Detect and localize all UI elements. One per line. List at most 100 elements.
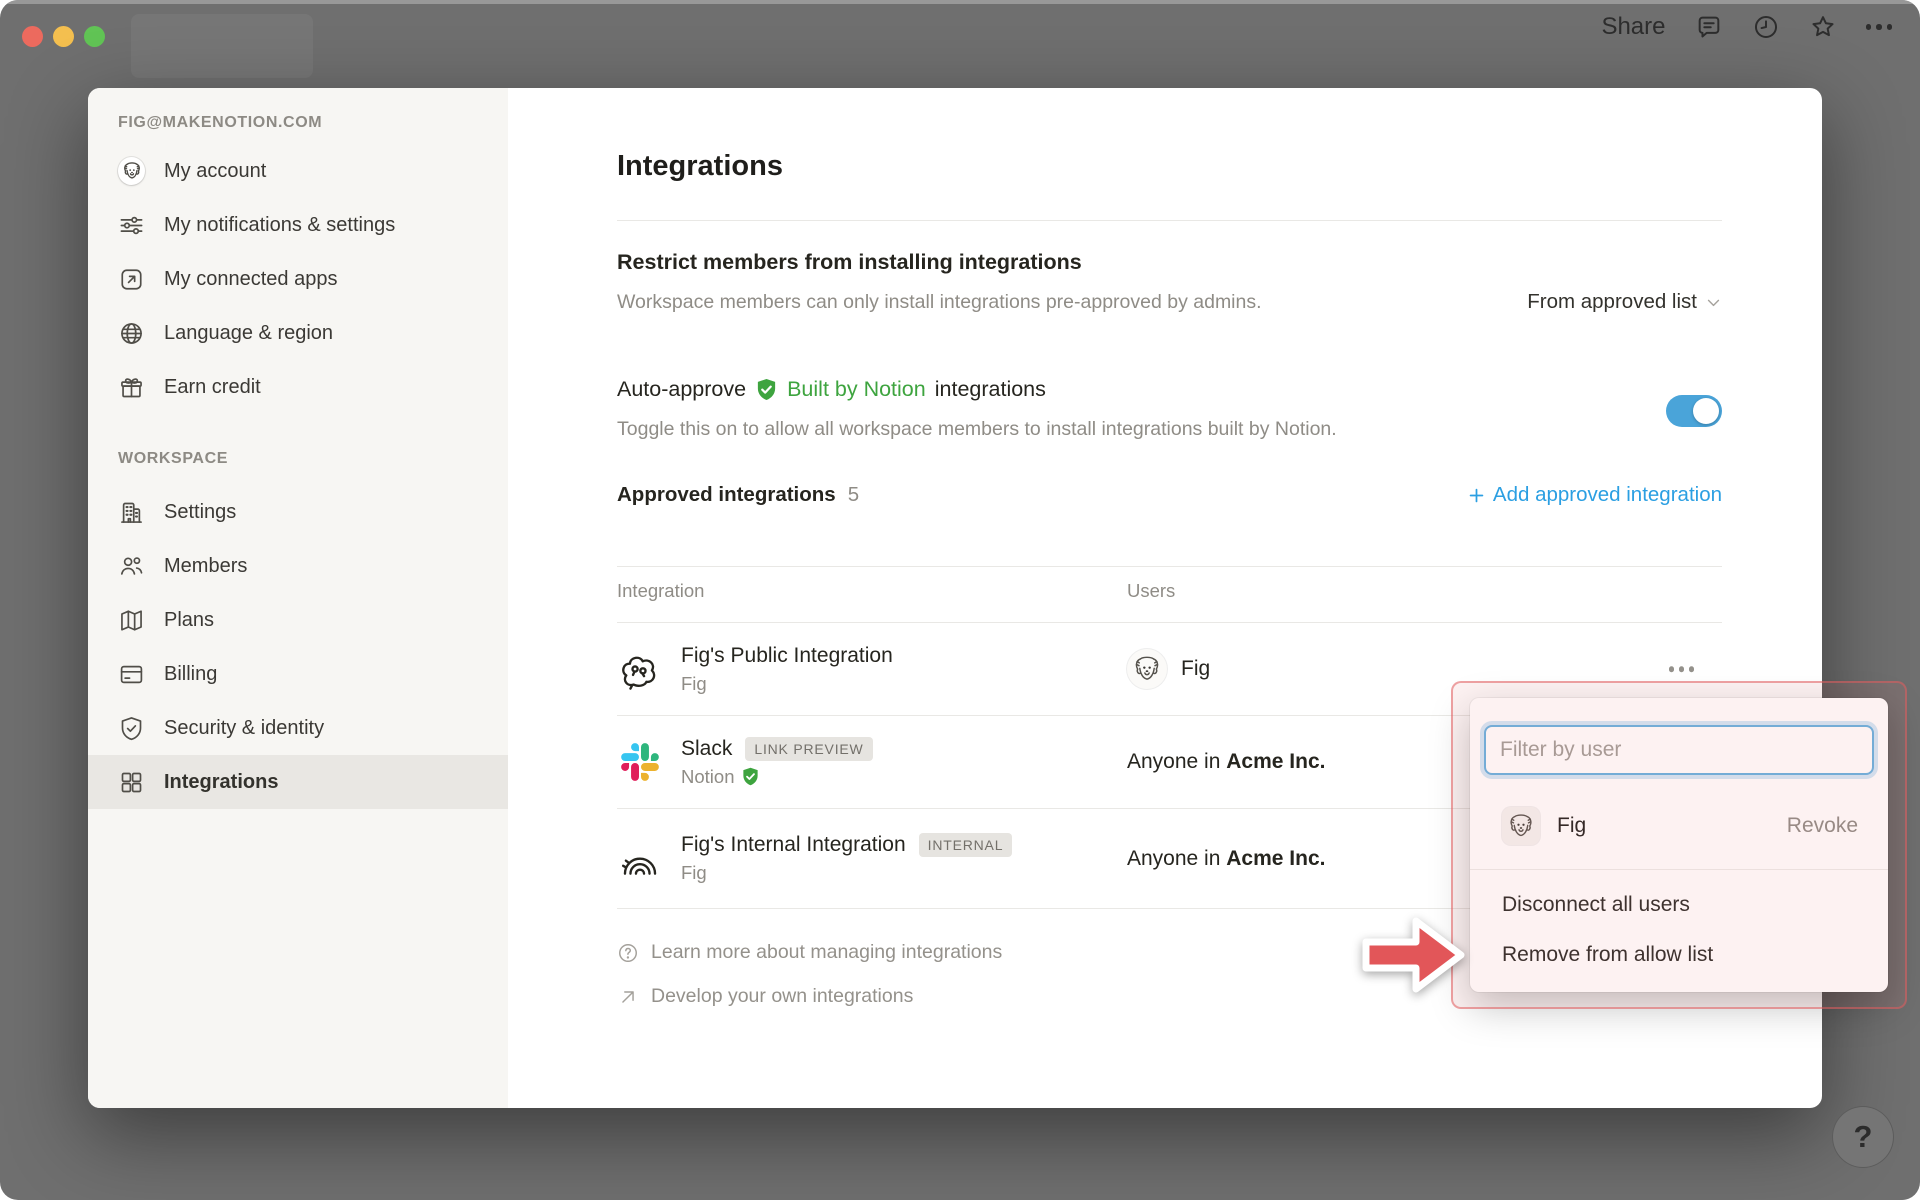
share-button[interactable]: Share <box>1601 13 1665 41</box>
toggle-knob <box>1693 398 1719 424</box>
revoke-button[interactable]: Revoke <box>1787 814 1858 838</box>
window-top-edge <box>0 0 1920 4</box>
restrict-mode-dropdown[interactable]: From approved list <box>1527 290 1722 314</box>
page-title: Integrations <box>617 150 783 182</box>
integration-owner: Fig <box>681 862 707 883</box>
sidebar-item-security-identity[interactable]: Security & identity <box>88 701 508 755</box>
sidebar-item-label: Billing <box>164 662 218 685</box>
question-circle-icon <box>619 943 637 962</box>
members-icon <box>118 553 145 580</box>
zoom-button[interactable] <box>84 26 105 47</box>
macos-window: Share FIG@MAKENOTION.COM My account My n… <box>0 0 1920 1200</box>
internal-badge: INTERNAL <box>918 833 1013 857</box>
workspace-section-heading: WORKSPACE <box>118 450 228 467</box>
dimmed-tab <box>131 14 313 78</box>
account-email-heading: FIG@MAKENOTION.COM <box>118 114 323 131</box>
minimize-button[interactable] <box>53 26 74 47</box>
avatar-icon <box>118 157 145 185</box>
dropdown-value: From approved list <box>1527 290 1697 313</box>
gift-icon <box>118 374 145 401</box>
sidebar-item-notifications-settings[interactable]: My notifications & settings <box>88 198 508 252</box>
sidebar-item-label: Integrations <box>164 770 279 793</box>
slack-icon <box>617 739 663 785</box>
sidebar-item-label: My account <box>164 159 267 182</box>
arrow-up-right-box-icon <box>118 266 145 293</box>
integration-users-popup: Fig Revoke Disconnect all users Remove f… <box>1470 698 1888 992</box>
user-name: Fig <box>1181 657 1211 680</box>
sidebar-item-settings[interactable]: Settings <box>88 485 508 539</box>
develop-integrations-link[interactable]: Develop your own integrations <box>617 985 913 1008</box>
help-button[interactable]: ? <box>1832 1106 1894 1168</box>
row-more-button[interactable] <box>1663 660 1701 678</box>
users-cell: Fig <box>1127 649 1210 689</box>
column-integration: Integration <box>617 580 705 601</box>
learn-more-link[interactable]: Learn more about managing integrations <box>617 941 1002 964</box>
auto-approve-setting-title: Auto-approve Built by Notion integration… <box>617 377 1046 402</box>
plus-icon <box>1469 488 1484 502</box>
users-prefix: Anyone in <box>1127 750 1221 773</box>
sidebar-item-label: Language & region <box>164 321 334 344</box>
approved-integrations-count: 5 <box>847 483 860 506</box>
restrict-setting-title: Restrict members from installing integra… <box>617 250 1082 274</box>
integration-name: Fig's Internal Integration <box>681 833 906 856</box>
sidebar-item-label: Plans <box>164 608 215 631</box>
sidebar-item-plans[interactable]: Plans <box>88 593 508 647</box>
divider <box>617 220 1722 221</box>
settings-sidebar: FIG@MAKENOTION.COM My account My notific… <box>88 88 508 1108</box>
users-cell: Anyone in Acme Inc. <box>1127 847 1325 871</box>
screenshot-root: Share FIG@MAKENOTION.COM My account My n… <box>0 0 1920 1200</box>
sidebar-item-label: Earn credit <box>164 375 261 398</box>
sidebar-workspace-group: Settings Members Plans Billing Security … <box>88 485 508 809</box>
sidebar-item-label: My notifications & settings <box>164 213 396 236</box>
develop-integrations-label: Develop your own integrations <box>651 985 914 1007</box>
integration-owner: Fig <box>681 672 707 694</box>
popup-divider <box>1470 869 1888 870</box>
grid-icon <box>118 769 145 796</box>
restrict-setting-description: Workspace members can only install integ… <box>617 291 1262 313</box>
fig-avatar <box>1127 649 1167 689</box>
credit-card-icon <box>118 661 145 688</box>
remove-from-allow-list-menu-item[interactable]: Remove from allow list <box>1484 932 1874 977</box>
auto-approve-description: Toggle this on to allow all workspace me… <box>617 418 1337 440</box>
users-cell: Anyone in Acme Inc. <box>1127 750 1325 774</box>
auto-approve-toggle[interactable] <box>1666 395 1722 427</box>
sidebar-item-label: Security & identity <box>164 716 325 739</box>
integration-name: Slack <box>681 736 733 760</box>
sidebar-item-integrations[interactable]: Integrations <box>88 755 508 809</box>
disconnect-all-users-menu-item[interactable]: Disconnect all users <box>1484 882 1874 927</box>
filter-by-user-input[interactable] <box>1484 725 1874 775</box>
fig-avatar <box>1502 807 1540 845</box>
clock-icon[interactable] <box>1752 13 1780 41</box>
more-icon[interactable] <box>1865 13 1892 41</box>
sidebar-account-group: My account My notifications & settings M… <box>88 144 508 414</box>
sidebar-item-language-region[interactable]: Language & region <box>88 306 508 360</box>
divider <box>617 566 1722 567</box>
users-org: Acme Inc. <box>1226 750 1326 773</box>
comments-icon[interactable] <box>1695 13 1723 41</box>
add-approved-integration-button[interactable]: Add approved integration <box>1467 483 1722 507</box>
column-users: Users <box>1127 580 1176 601</box>
sidebar-item-my-account[interactable]: My account <box>88 144 508 198</box>
topbar-actions: Share <box>1601 13 1892 41</box>
sidebar-item-billing[interactable]: Billing <box>88 647 508 701</box>
sidebar-item-members[interactable]: Members <box>88 539 508 593</box>
doodle-cloud-icon <box>617 646 663 692</box>
sidebar-item-connected-apps[interactable]: My connected apps <box>88 252 508 306</box>
approved-integrations-header: Approved integrations 5 Add approved int… <box>617 483 1722 507</box>
window-controls <box>22 26 105 47</box>
sidebar-item-label: Settings <box>164 500 237 523</box>
star-icon[interactable] <box>1809 13 1837 41</box>
integration-name: Fig's Public Integration <box>681 643 893 667</box>
users-prefix: Anyone in <box>1127 846 1221 870</box>
sidebar-item-label: My connected apps <box>164 267 338 290</box>
popup-user-name: Fig <box>1557 814 1587 837</box>
link-preview-badge: LINK PREVIEW <box>745 736 873 761</box>
sliders-icon <box>118 212 145 239</box>
globe-icon <box>118 320 145 347</box>
building-icon <box>118 499 145 526</box>
close-button[interactable] <box>22 26 43 47</box>
map-icon <box>118 607 145 634</box>
sidebar-item-earn-credit[interactable]: Earn credit <box>88 360 508 414</box>
sidebar-item-label: Members <box>164 554 248 577</box>
popup-user-row[interactable]: Fig Revoke <box>1484 796 1874 856</box>
